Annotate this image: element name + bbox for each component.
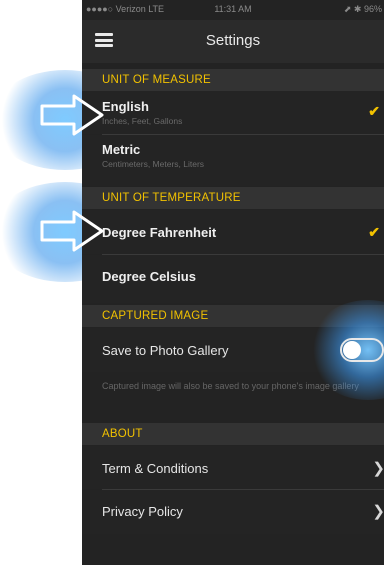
terms-conditions-row[interactable]: Term & Conditions ❯ <box>82 446 384 489</box>
nav-bar: Settings <box>82 20 384 63</box>
privacy-policy-row[interactable]: Privacy Policy ❯ <box>82 490 384 534</box>
save-to-gallery-toggle[interactable] <box>340 338 384 362</box>
privacy-policy-label: Privacy Policy <box>102 504 183 519</box>
settings-screen: ●●●●○ Verizon LTE 11:31 AM ⬈ ✱ 96% Setti… <box>82 0 384 565</box>
toggle-knob <box>343 341 361 359</box>
option-english-subtitle: Inches, Feet, Gallons <box>102 116 183 126</box>
option-english-label: English <box>102 99 149 114</box>
section-header-about: ABOUT <box>82 423 384 445</box>
option-celsius[interactable]: Degree Celsius <box>82 255 384 303</box>
option-fahrenheit[interactable]: Degree Fahrenheit ✔ <box>82 210 384 254</box>
option-celsius-label: Degree Celsius <box>102 269 196 284</box>
status-bar: ●●●●○ Verizon LTE 11:31 AM ⬈ ✱ 96% <box>82 0 384 20</box>
check-icon: ✔ <box>368 224 380 240</box>
chevron-right-icon: ❯ <box>372 503 384 520</box>
arrow-right-icon <box>40 94 104 136</box>
status-time: 11:31 AM <box>214 4 252 14</box>
section-header-unit-of-measure: UNIT OF MEASURE <box>82 69 384 91</box>
option-fahrenheit-label: Degree Fahrenheit <box>102 225 217 240</box>
option-metric[interactable]: Metric Centimeters, Meters, Liters <box>82 135 384 186</box>
terms-conditions-label: Term & Conditions <box>102 461 209 476</box>
option-metric-subtitle: Centimeters, Meters, Liters <box>102 159 205 169</box>
check-icon: ✔ <box>368 103 380 119</box>
option-metric-label: Metric <box>102 142 141 157</box>
chevron-right-icon: ❯ <box>372 460 384 477</box>
battery-status: ⬈ ✱ 96% <box>343 4 382 14</box>
section-header-unit-of-temperature: UNIT OF TEMPERATURE <box>82 187 384 209</box>
page-title: Settings <box>205 32 261 49</box>
option-english[interactable]: English Inches, Feet, Gallons ✔ <box>82 91 384 134</box>
arrow-right-icon <box>40 210 104 252</box>
